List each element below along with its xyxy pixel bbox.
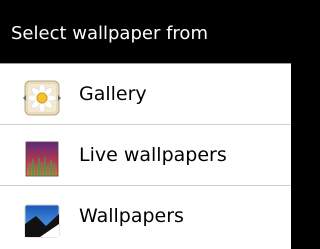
option-live-wallpapers[interactable]: Live wallpapers: [0, 125, 291, 186]
dialog-title: Select wallpaper from: [11, 23, 208, 44]
wallpapers-icon: [22, 200, 62, 240]
option-wallpapers[interactable]: Wallpapers: [0, 186, 291, 249]
live-wallpapers-icon: [22, 139, 62, 179]
option-label-live-wallpapers: Live wallpapers: [79, 144, 227, 166]
option-gallery[interactable]: Gallery: [0, 64, 291, 125]
dialog-title-bar: Select wallpaper from: [0, 0, 291, 64]
gallery-icon: [22, 78, 62, 118]
option-label-gallery: Gallery: [79, 83, 147, 105]
option-label-wallpapers: Wallpapers: [79, 205, 184, 227]
wallpaper-chooser-dialog: Select wallpaper from Gallery Live wallp…: [0, 0, 291, 249]
